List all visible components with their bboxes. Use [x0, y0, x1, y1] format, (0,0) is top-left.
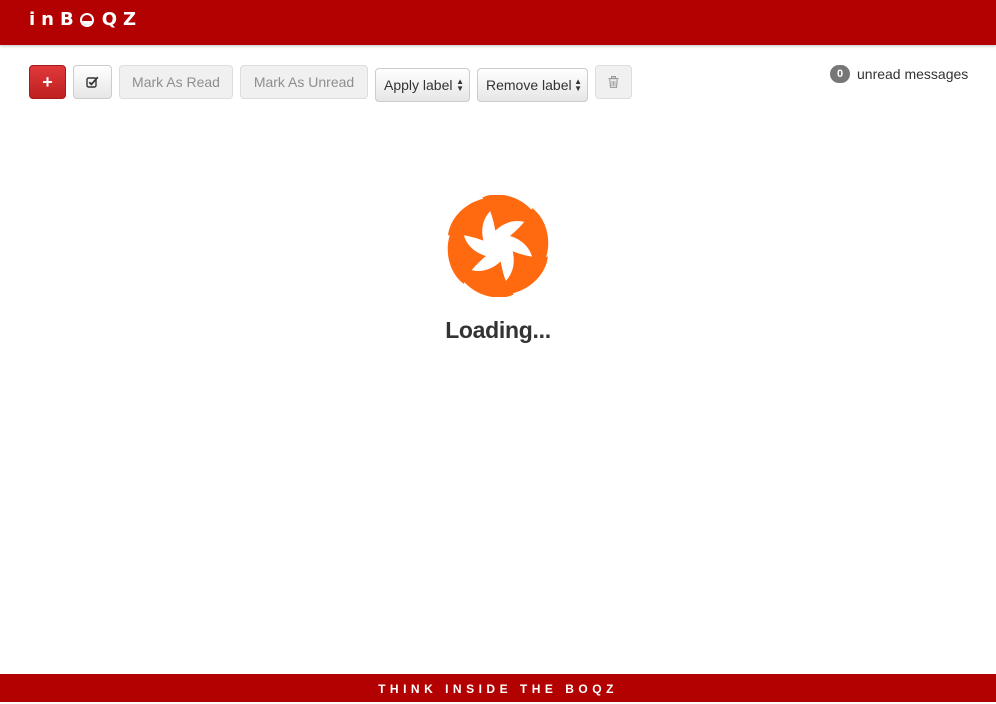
plus-icon: + — [42, 71, 53, 92]
trash-icon — [608, 76, 619, 88]
loading-indicator: Loading... — [0, 195, 996, 344]
message-toolbar: + Mark As Read Mark As Unread Apply labe… — [0, 0, 996, 110]
remove-label-select[interactable]: Remove label ▲ ▼ — [477, 68, 588, 102]
loading-text: Loading... — [445, 317, 551, 343]
unread-label: unread messages — [857, 66, 969, 82]
delete-button[interactable] — [595, 65, 632, 99]
unread-counter: 0 unread messages — [830, 65, 968, 83]
new-message-button[interactable]: + — [29, 65, 66, 99]
apply-label-select[interactable]: Apply label ▲ ▼ — [375, 68, 470, 102]
select-all-button[interactable] — [73, 65, 112, 99]
checkbox-icon — [86, 76, 99, 88]
select-arrows-icon: ▲ ▼ — [456, 77, 464, 93]
mark-as-read-button[interactable]: Mark As Read — [119, 65, 233, 99]
loading-spinner-icon — [447, 195, 549, 297]
remove-label-text: Remove label — [486, 77, 572, 93]
select-arrows-icon: ▲ ▼ — [574, 77, 582, 93]
unread-count-badge: 0 — [830, 65, 850, 83]
mark-as-unread-button[interactable]: Mark As Unread — [240, 65, 368, 99]
footer-tagline: THINK INSIDE THE BOQZ — [0, 674, 996, 702]
apply-label-text: Apply label — [384, 77, 453, 93]
